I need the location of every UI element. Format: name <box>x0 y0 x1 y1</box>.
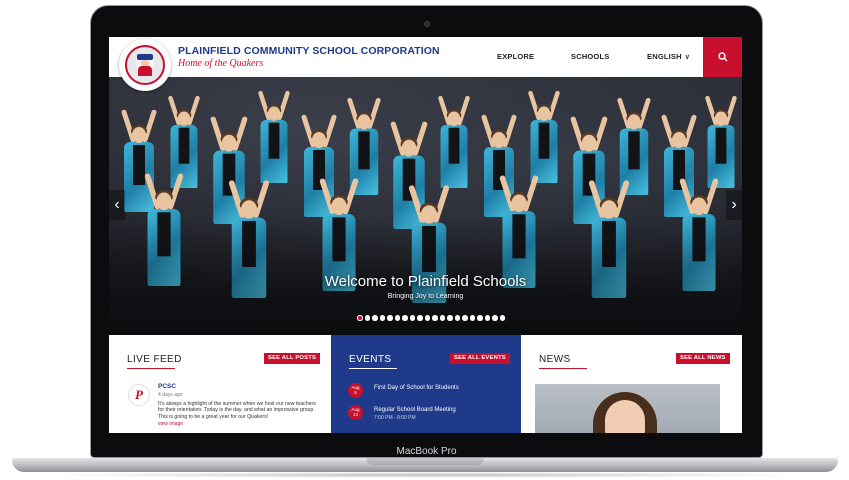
school-name[interactable]: PLAINFIELD COMMUNITY SCHOOL CORPORATION <box>178 45 440 57</box>
see-all-events-button[interactable]: SEE ALL EVENTS <box>450 353 510 364</box>
events-title: EVENTS <box>349 354 392 365</box>
news-photo[interactable] <box>535 384 720 433</box>
hero-dot[interactable] <box>424 315 430 321</box>
hero-dot[interactable] <box>402 315 408 321</box>
feed-author[interactable]: PCSC <box>158 383 176 390</box>
chevron-down-icon: ∨ <box>684 54 691 61</box>
view-image-link[interactable]: view image <box>158 421 183 427</box>
device-label: MacBook Pro <box>396 446 457 457</box>
hero-dot[interactable] <box>387 315 393 321</box>
hero-dot[interactable] <box>462 315 468 321</box>
feed-time: 4 days ago <box>158 392 183 398</box>
hero-title: Welcome to Plainfield Schools <box>324 273 527 290</box>
hero-dot[interactable] <box>447 315 453 321</box>
hero-dot[interactable] <box>409 315 415 321</box>
event-day: 13 <box>352 412 358 417</box>
hero-dot[interactable] <box>492 315 498 321</box>
nav-explore[interactable]: EXPLORE <box>497 52 534 61</box>
hero-slider: ‹ › Welcome to Plainfield Schools Bringi… <box>109 77 742 335</box>
nav-language-label: ENGLISH <box>647 52 682 61</box>
news-underline <box>539 368 587 369</box>
event-day: 5 <box>354 390 357 395</box>
school-logo[interactable] <box>119 39 171 91</box>
hero-dot[interactable] <box>499 315 505 321</box>
live-feed-title: LIVE FEED <box>127 354 182 365</box>
laptop-shadow <box>40 472 810 478</box>
avatar-letter: P <box>135 387 143 402</box>
hero-dot[interactable] <box>454 315 460 321</box>
hero-dot[interactable] <box>469 315 475 321</box>
camera <box>424 21 430 27</box>
see-all-posts-button[interactable]: SEE ALL POSTS <box>264 353 321 364</box>
nav-schools[interactable]: SCHOOLS <box>571 52 610 61</box>
news-panel: NEWS SEE ALL NEWS <box>521 335 742 433</box>
avatar[interactable]: P <box>128 384 150 406</box>
live-feed-underline <box>127 368 175 369</box>
hero-dot[interactable] <box>372 315 378 321</box>
events-underline <box>349 368 397 369</box>
search-icon <box>717 52 727 62</box>
event-name[interactable]: First Day of School for Students <box>374 385 524 391</box>
site-header: PLAINFIELD COMMUNITY SCHOOL CORPORATION … <box>109 37 742 77</box>
hero-dot[interactable] <box>379 315 385 321</box>
hero-dot[interactable] <box>364 315 370 321</box>
hero-dot[interactable] <box>477 315 483 321</box>
event-name[interactable]: Regular School Board Meeting <box>374 407 524 413</box>
laptop-notch <box>366 458 484 465</box>
hero-dot[interactable] <box>357 315 363 321</box>
hero-dot[interactable] <box>484 315 490 321</box>
hero-subtitle: Bringing Joy to Learning <box>387 293 464 300</box>
browser-screen: PLAINFIELD COMMUNITY SCHOOL CORPORATION … <box>109 37 742 433</box>
hero-prev-arrow-icon[interactable]: ‹ <box>109 190 125 220</box>
events-panel: EVENTS SEE ALL EVENTS Aug 5 First Day of … <box>331 335 521 433</box>
event-date-badge: Aug 13 <box>348 405 363 420</box>
search-button[interactable] <box>703 37 742 77</box>
hero-dot[interactable] <box>439 315 445 321</box>
see-all-news-button[interactable]: SEE ALL NEWS <box>676 353 730 364</box>
news-photo-face <box>605 400 645 433</box>
hero-next-arrow-icon[interactable]: › <box>726 190 742 220</box>
hero-dot[interactable] <box>432 315 438 321</box>
hero-dot[interactable] <box>417 315 423 321</box>
school-tagline: Home of the Quakers <box>178 58 264 69</box>
hero-pagination <box>357 315 505 323</box>
hero-dot[interactable] <box>394 315 400 321</box>
feed-text: It's always a highlight of the summer wh… <box>158 401 316 420</box>
event-date-badge: Aug 5 <box>348 383 363 398</box>
quaker-seal-icon <box>125 45 165 85</box>
event-time: 7:00 PM - 8:00 PM <box>374 415 416 421</box>
nav-language-select[interactable]: ENGLISH ∨ <box>647 52 690 61</box>
news-title: NEWS <box>539 354 571 365</box>
live-feed-panel: LIVE FEED SEE ALL POSTS P PCSC 4 days ag… <box>109 335 331 433</box>
